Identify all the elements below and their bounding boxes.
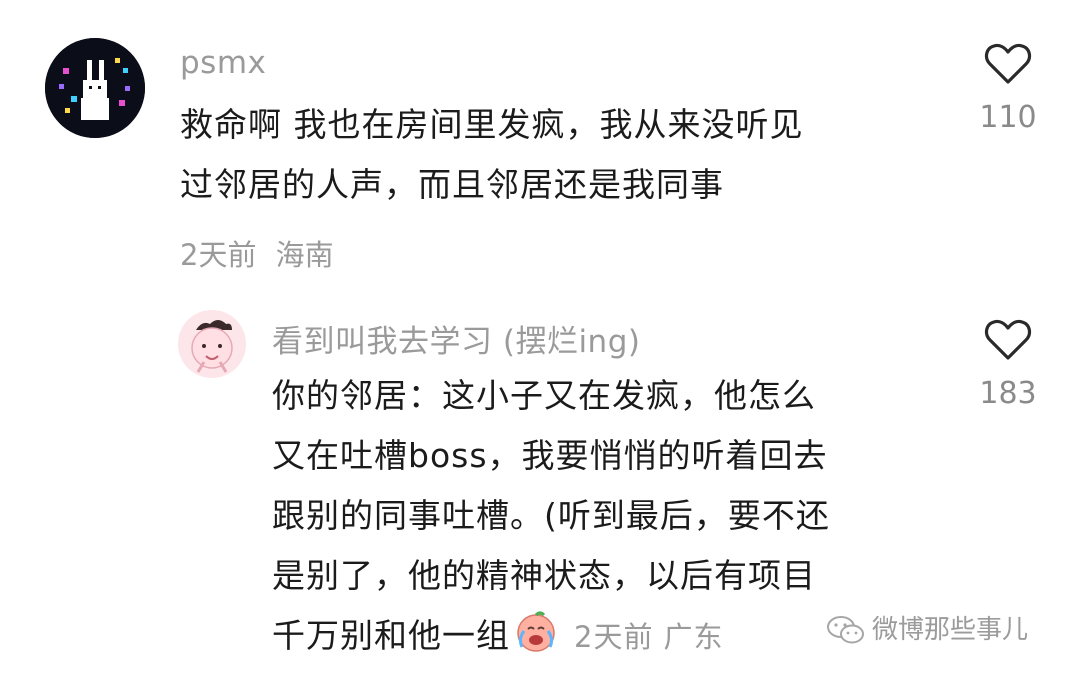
reply-text-line: 是别了，他的精神状态，以后有项目 [272,556,816,595]
username[interactable]: 看到叫我去学习 (摆烂ing) [272,316,640,361]
watermark-text: 微博那些事儿 [872,615,1029,645]
watermark: 微博那些事儿 [826,609,1028,653]
timestamp: 2天前 [180,238,257,272]
comment-text-line: 救命啊 我也在房间里发疯，我从来没听见 [180,105,804,144]
heart-icon [984,319,1032,360]
cartoon-avatar-icon [178,310,246,378]
location: 海南 [275,238,334,272]
heart-icon [984,43,1032,84]
comment-text: 救命啊 我也在房间里发疯，我从来没听见 过邻居的人声，而且邻居还是我同事 [180,95,940,215]
avatar[interactable] [178,310,246,378]
timestamp: 2天前 [574,620,654,654]
reply-text-line: 千万别和他一组 [272,616,510,655]
location: 广东 [663,620,724,654]
username[interactable]: psmx [180,45,266,81]
avatar[interactable] [45,38,145,138]
reply-text-line: 跟别的同事吐槽。(听到最后，要不还 [272,496,830,535]
comment-text-line: 过邻居的人声，而且邻居还是我同事 [180,165,724,204]
reply-text-line: 又在吐槽boss，我要悄悄的听着回去 [272,436,828,475]
like-button[interactable]: 183 [963,318,1053,411]
bunny-avatar-icon [45,38,145,138]
wechat-icon [826,614,866,653]
crying-face-emoji-icon [512,607,560,655]
like-count: 110 [979,100,1037,135]
comment-meta: 2天前 海南 [180,232,334,274]
like-count: 183 [979,376,1037,411]
reply-text-line: 你的邻居：这小子又在发疯，他怎么 [272,376,816,415]
like-button[interactable]: 110 [963,42,1053,135]
